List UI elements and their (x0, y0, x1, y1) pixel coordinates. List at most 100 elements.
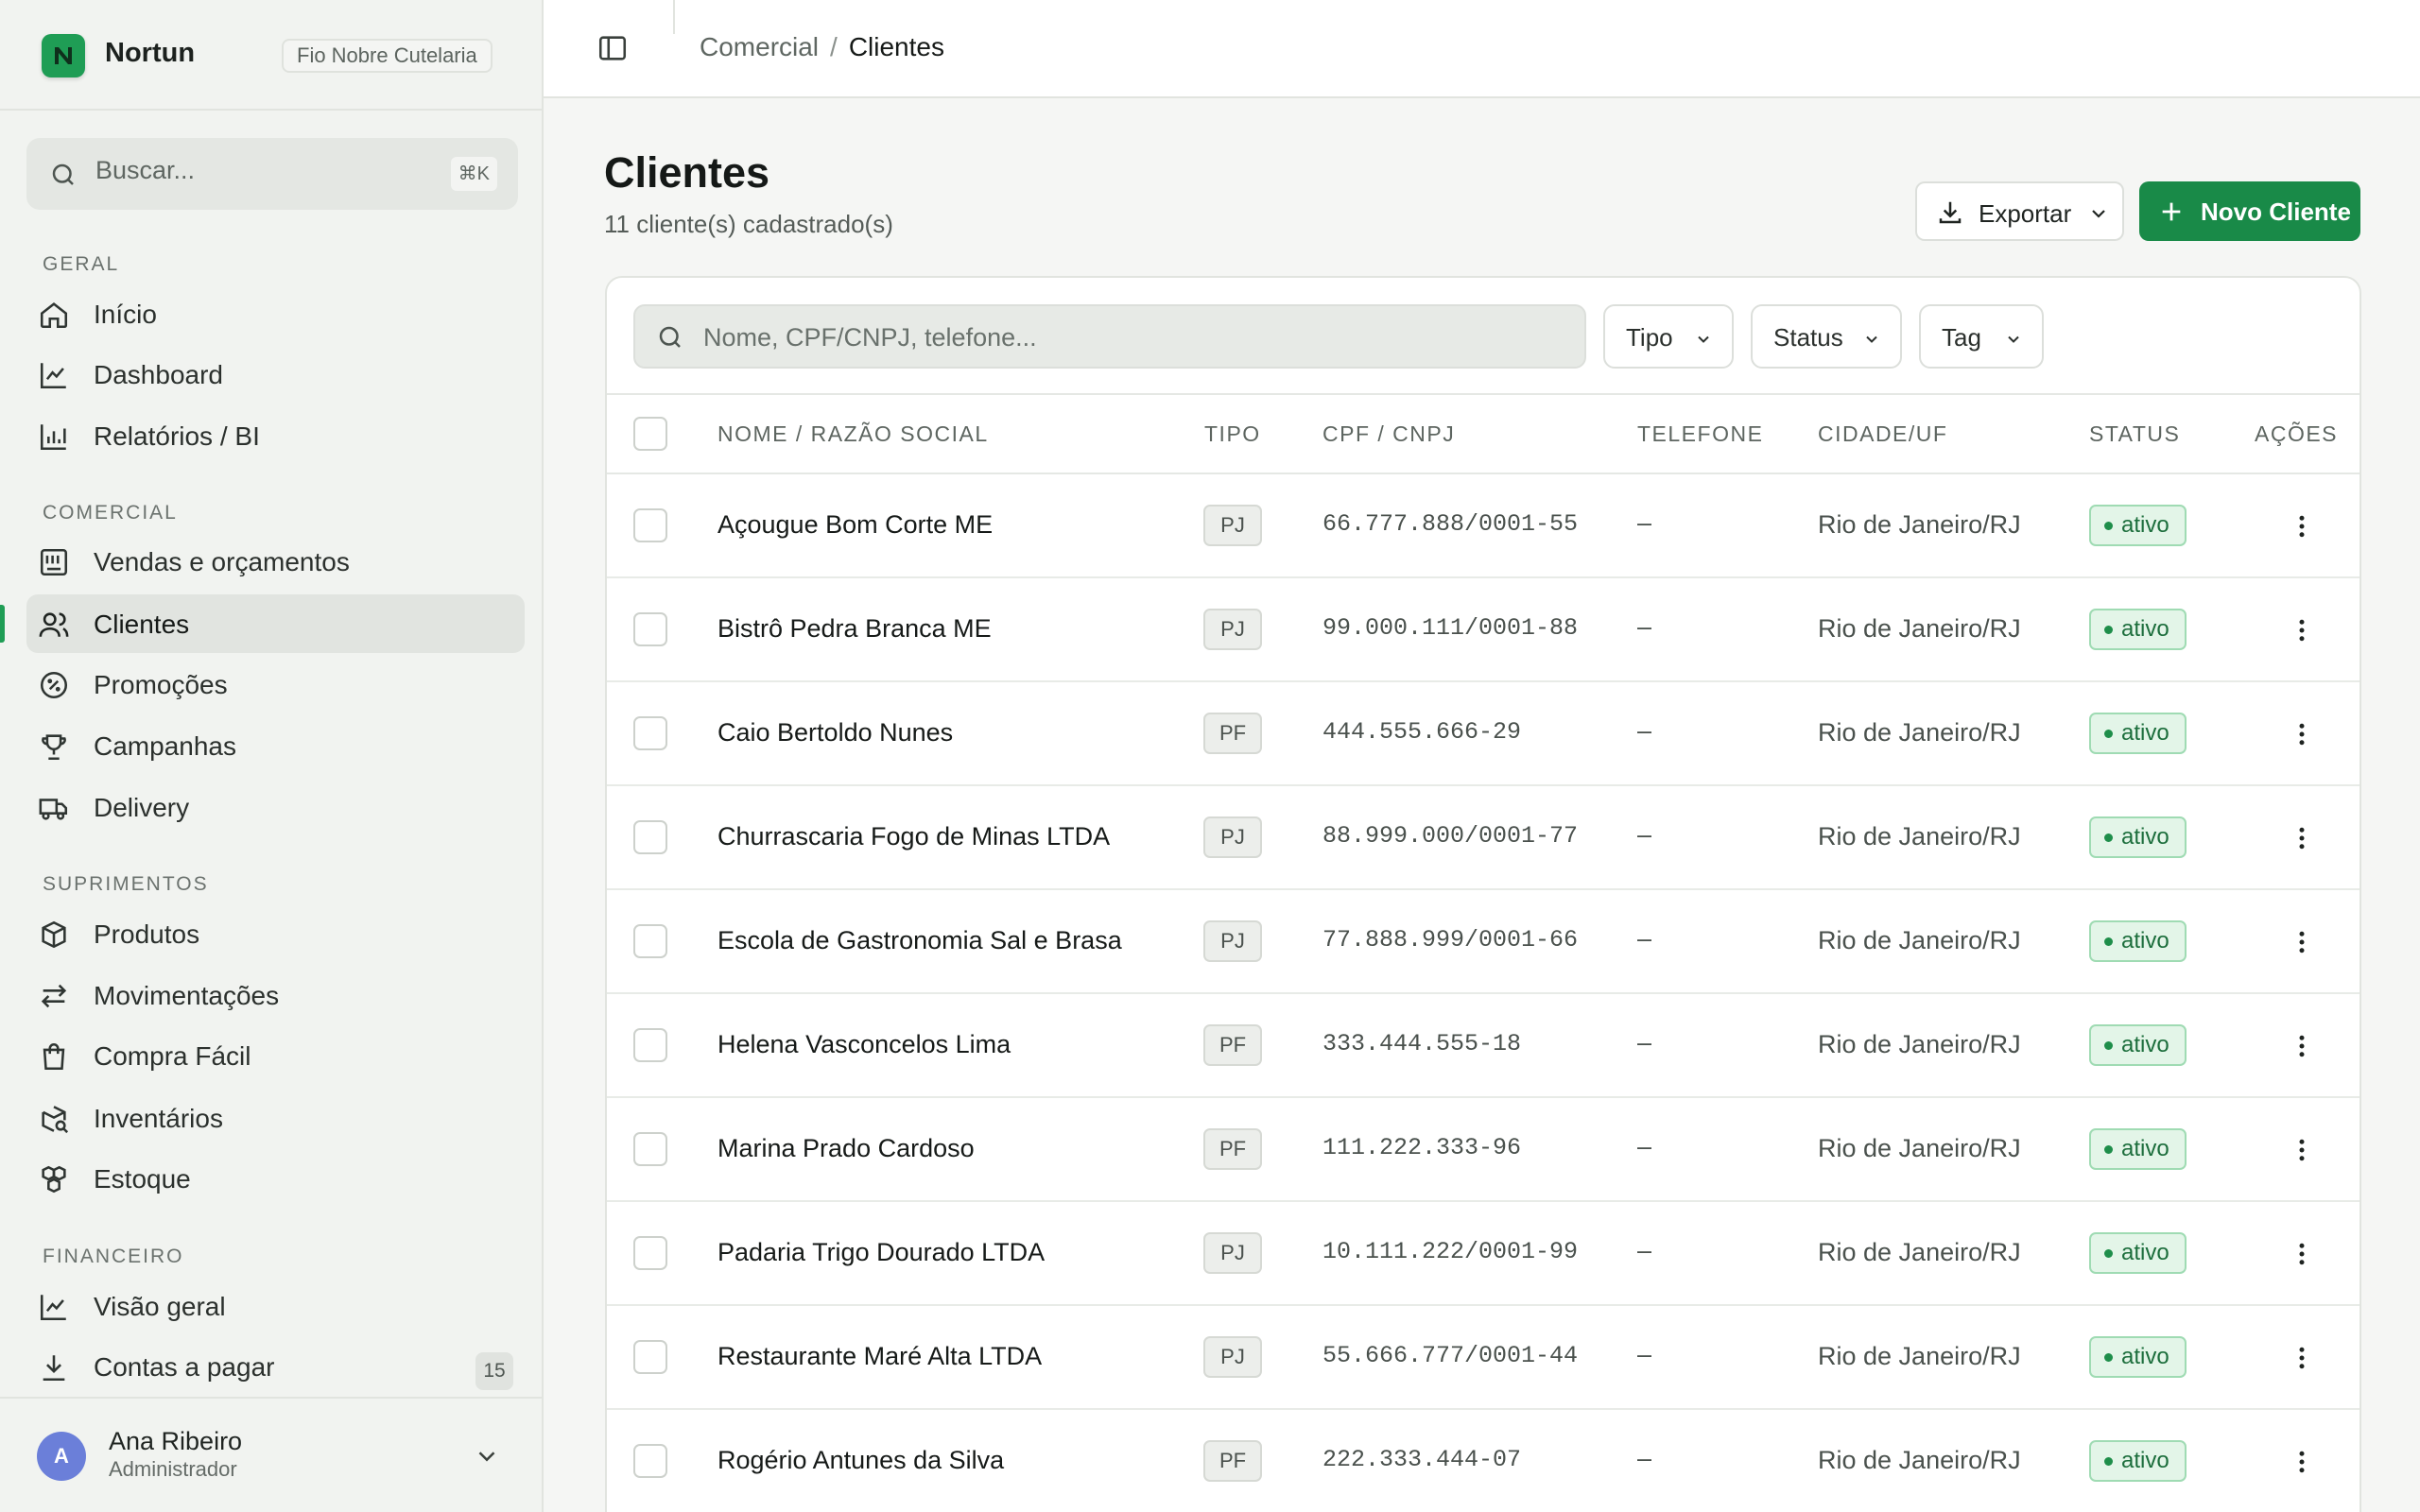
sidebar-item-relatorios[interactable]: Relatórios / BI (26, 406, 525, 465)
export-label: Exportar (1979, 199, 2072, 228)
truck-icon (39, 799, 68, 820)
row-checkbox[interactable] (633, 924, 667, 958)
sidebar-item-produtos[interactable]: Produtos (26, 904, 525, 963)
more-actions-icon[interactable] (2288, 822, 2316, 854)
client-name[interactable]: Churrascaria Fogo de Minas LTDA (717, 822, 1110, 851)
row-checkbox[interactable] (633, 1028, 667, 1062)
client-name[interactable]: Rogério Antunes da Silva (717, 1446, 1004, 1475)
client-name[interactable]: Helena Vasconcelos Lima (717, 1030, 1011, 1059)
sidebar-item-estoque[interactable]: Estoque (26, 1149, 525, 1208)
tipo-filter[interactable]: Tipo (1603, 304, 1734, 369)
client-name[interactable]: Bistrô Pedra Branca ME (717, 614, 992, 644)
clients-card: Nome, CPF/CNPJ, telefone... Tipo Status … (605, 276, 2361, 1512)
sidebar-item-movimentacoes[interactable]: Movimentações (26, 966, 525, 1024)
more-actions-icon[interactable] (2288, 1134, 2316, 1166)
document-number: 88.999.000/0001-77 (1322, 822, 1579, 850)
table-row[interactable]: Açougue Bom Corte ME PJ 66.777.888/0001-55… (607, 474, 2360, 578)
workspace-badge[interactable]: Fio Nobre Cutelaria (282, 39, 493, 73)
tag-filter[interactable]: Tag (1919, 304, 2044, 369)
sidebar-item-inventarios[interactable]: Inventários (26, 1089, 525, 1147)
user-role: Administrador (109, 1457, 237, 1481)
table-row[interactable]: Padaria Trigo Dourado LTDA PJ 10.111.222/0… (607, 1202, 2360, 1306)
more-actions-icon[interactable] (2288, 1238, 2316, 1270)
sidebar-item-label: Contas a pagar (94, 1352, 275, 1382)
status-filter[interactable]: Status (1751, 304, 1902, 369)
more-actions-icon[interactable] (2288, 926, 2316, 958)
more-actions-icon[interactable] (2288, 1030, 2316, 1062)
new-client-button[interactable]: Novo Cliente (2139, 181, 2360, 241)
column-header-tipo[interactable]: TIPO (1204, 421, 1261, 447)
sidebar-item-clientes[interactable]: Clientes (26, 594, 525, 653)
user-menu[interactable]: A Ana Ribeiro Administrador (0, 1397, 542, 1512)
client-name[interactable]: Açougue Bom Corte ME (717, 510, 993, 540)
row-checkbox[interactable] (633, 508, 667, 542)
tipo-badge: PJ (1203, 920, 1262, 962)
sidebar-item-promocoes[interactable]: Promoções (26, 655, 525, 713)
phone: – (1637, 1444, 1652, 1472)
sidebar-item-delivery[interactable]: Delivery (26, 778, 525, 836)
tipo-badge: PJ (1203, 609, 1262, 650)
document-number: 10.111.222/0001-99 (1322, 1238, 1579, 1265)
table-row[interactable]: Helena Vasconcelos Lima PF 333.444.555-18 –… (607, 994, 2360, 1098)
client-name[interactable]: Marina Prado Cardoso (717, 1134, 975, 1163)
sidebar-item-label: Início (94, 300, 157, 329)
table-header: NOME / RAZÃO SOCIAL TIPO CPF / CNPJ TELE… (607, 393, 2360, 474)
table-row[interactable]: Escola de Gastronomia Sal e Brasa PJ 77.88… (607, 890, 2360, 994)
export-button[interactable]: Exportar (1915, 181, 2124, 241)
breadcrumb-separator: / (830, 32, 838, 61)
more-actions-icon[interactable] (2288, 1446, 2316, 1478)
tipo-filter-label: Tipo (1626, 323, 1673, 352)
chevron-down-icon (2092, 210, 2105, 218)
sidebar-item-contas-a-pagar[interactable]: Contas a pagar 15 (26, 1337, 525, 1396)
sidebar-item-compra-facil[interactable]: Compra Fácil (26, 1026, 525, 1085)
column-header-document[interactable]: CPF / CNPJ (1322, 421, 1455, 447)
client-name[interactable]: Caio Bertoldo Nunes (717, 718, 953, 747)
sidebar-item-label: Movimentações (94, 981, 280, 1010)
more-actions-icon[interactable] (2288, 718, 2316, 750)
client-name[interactable]: Padaria Trigo Dourado LTDA (717, 1238, 1045, 1267)
global-search[interactable]: Buscar... ⌘K (26, 138, 518, 210)
column-header-city[interactable]: CIDADE/UF (1818, 421, 1947, 447)
row-checkbox[interactable] (633, 1444, 667, 1478)
client-name[interactable]: Escola de Gastronomia Sal e Brasa (717, 926, 1122, 955)
select-all-checkbox[interactable] (633, 417, 667, 451)
sidebar-item-label: Visão geral (94, 1292, 226, 1321)
more-actions-icon[interactable] (2288, 614, 2316, 646)
sidebar-item-inicio[interactable]: Início (26, 284, 525, 343)
tipo-badge: PJ (1203, 816, 1262, 858)
sidebar-item-dashboard[interactable]: Dashboard (26, 345, 525, 404)
table-row[interactable]: Marina Prado Cardoso PF 111.222.333-96 – Rio… (607, 1098, 2360, 1202)
sidebar-item-vendas[interactable]: Vendas e orçamentos (26, 532, 525, 591)
table-row[interactable]: Caio Bertoldo Nunes PF 444.555.666-29 – Rio … (607, 682, 2360, 786)
column-header-status[interactable]: STATUS (2089, 421, 2180, 447)
more-actions-icon[interactable] (2288, 1342, 2316, 1374)
search-icon (52, 163, 74, 185)
sidebar-item-visao-geral[interactable]: Visão geral (26, 1277, 525, 1335)
table-row[interactable]: Bistrô Pedra Branca ME PJ 99.000.111/0001-… (607, 578, 2360, 682)
sidebar-item-campanhas[interactable]: Campanhas (26, 716, 525, 775)
breadcrumb-parent[interactable]: Comercial (700, 32, 819, 61)
nortun-logo-icon[interactable] (42, 34, 85, 77)
table-row[interactable]: Churrascaria Fogo de Minas LTDA PJ 88.999.… (607, 786, 2360, 890)
column-header-name[interactable]: NOME / RAZÃO SOCIAL (717, 421, 989, 447)
row-checkbox[interactable] (633, 1340, 667, 1374)
status-badge: ativo (2089, 920, 2187, 962)
client-name[interactable]: Restaurante Maré Alta LTDA (717, 1342, 1042, 1371)
more-actions-icon[interactable] (2288, 510, 2316, 542)
table-row[interactable]: Rogério Antunes da Silva PF 222.333.444-07… (607, 1410, 2360, 1512)
page-subtitle: 11 cliente(s) cadastrado(s) (604, 210, 893, 238)
package-search-icon (42, 1106, 69, 1134)
column-header-phone[interactable]: TELEFONE (1637, 421, 1763, 447)
row-checkbox[interactable] (633, 1236, 667, 1270)
sidebar-toggle-icon[interactable] (596, 32, 629, 64)
arrows-left-right-icon (41, 984, 67, 1008)
client-search-input[interactable]: Nome, CPF/CNPJ, telefone... (633, 304, 1586, 369)
status-badge: ativo (2089, 1336, 2187, 1378)
row-checkbox[interactable] (633, 716, 667, 750)
table-row[interactable]: Restaurante Maré Alta LTDA PJ 55.666.777/0… (607, 1306, 2360, 1410)
row-checkbox[interactable] (633, 1132, 667, 1166)
row-checkbox[interactable] (633, 820, 667, 854)
row-checkbox[interactable] (633, 612, 667, 646)
new-client-label: Novo Cliente (2201, 198, 2351, 226)
status-badge: ativo (2089, 1440, 2187, 1482)
